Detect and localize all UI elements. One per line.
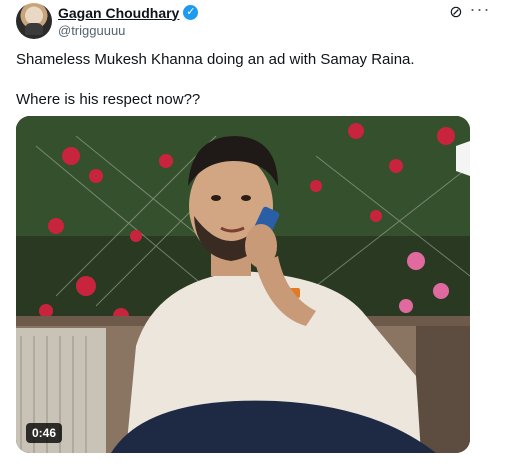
tweet-card[interactable]: Gagan Choudhary ✓ @trigguuuu ⊘ ··· Shame… — [0, 0, 507, 467]
video-duration: 0:46 — [26, 423, 63, 443]
name-row: Gagan Choudhary ✓ — [58, 4, 491, 21]
avatar[interactable] — [16, 3, 52, 39]
author-name[interactable]: Gagan Choudhary — [58, 5, 179, 21]
tweet-text-line-1: Shameless Mukesh Khanna doing an ad with… — [16, 51, 415, 68]
tweet-text-line-2: Where is his respect now?? — [16, 91, 201, 108]
video-player[interactable]: 0:46 — [16, 116, 470, 453]
verified-badge-icon: ✓ — [183, 5, 199, 20]
tweet-header: Gagan Choudhary ✓ @trigguuuu — [58, 4, 491, 40]
author-handle[interactable]: @trigguuuu — [58, 23, 491, 38]
more-options-icon[interactable]: ··· — [469, 0, 491, 18]
video-frame — [16, 116, 470, 453]
tweet-text: Shameless Mukesh Khanna doing an ad with… — [16, 50, 486, 110]
grok-icon[interactable]: ⊘ — [447, 4, 465, 22]
